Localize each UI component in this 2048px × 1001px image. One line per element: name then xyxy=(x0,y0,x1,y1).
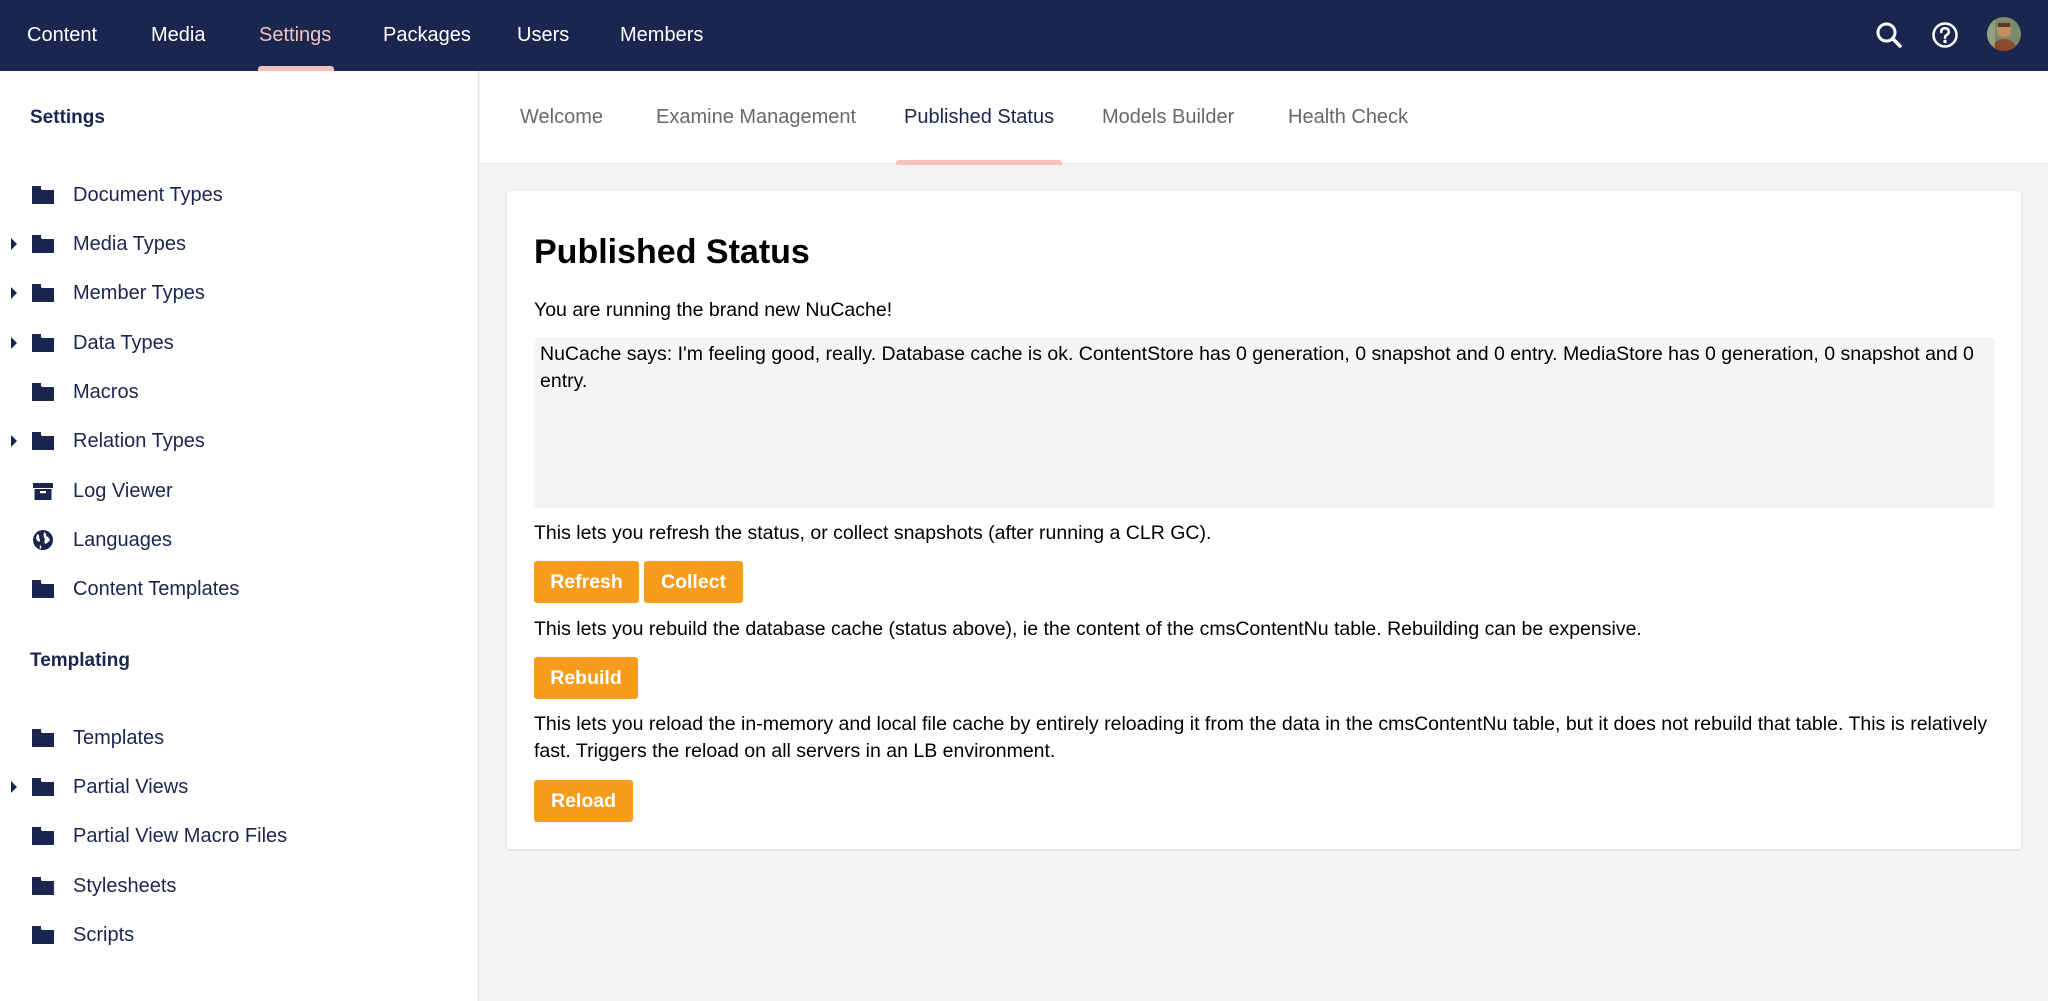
tab-models-builder[interactable]: Models Builder xyxy=(1102,71,1234,164)
reload-description: This lets you reload the in-memory and l… xyxy=(534,713,1988,762)
tab-examine-management[interactable]: Examine Management xyxy=(656,71,856,164)
folder-icon xyxy=(31,233,55,255)
tree-item-data-types[interactable]: Data Types xyxy=(0,322,478,364)
tree-item-label: Partial View Macro Files xyxy=(73,824,288,847)
tree-item-macros[interactable]: Macros xyxy=(0,371,478,413)
templating-section-title: Templating xyxy=(30,650,130,671)
tree-item-media-types[interactable]: Media Types xyxy=(0,223,478,265)
folder-icon xyxy=(31,825,55,847)
folder-icon xyxy=(31,727,55,749)
tab-welcome[interactable]: Welcome xyxy=(520,71,603,164)
tree-item-document-types[interactable]: Document Types xyxy=(0,174,478,216)
rebuild-button[interactable]: Rebuild xyxy=(534,657,638,699)
expand-caret-icon[interactable] xyxy=(11,435,17,447)
tree-item-member-types[interactable]: Member Types xyxy=(0,272,478,314)
refresh-description: This lets you refresh the status, or col… xyxy=(534,522,1212,544)
user-avatar[interactable] xyxy=(1987,17,2021,51)
tree-item-label: Document Types xyxy=(73,183,223,206)
tree-item-label: Macros xyxy=(73,380,139,403)
settings-section-title: Settings xyxy=(30,107,105,128)
dashboard-tabs: Welcome Examine Management Published Sta… xyxy=(480,71,2048,165)
tree-item-label: Data Types xyxy=(73,331,174,354)
section-users[interactable]: Users xyxy=(517,0,569,71)
tree-item-label: Templates xyxy=(73,726,165,749)
section-settings[interactable]: Settings xyxy=(257,0,335,71)
folder-icon xyxy=(31,282,55,304)
rebuild-description: This lets you rebuild the database cache… xyxy=(534,618,1642,640)
tree-item-content-templates[interactable]: Content Templates xyxy=(0,568,478,610)
tab-health-check[interactable]: Health Check xyxy=(1288,71,1408,164)
folder-icon xyxy=(31,184,55,206)
tree-item-label: Languages xyxy=(73,528,172,551)
status-output: NuCache says: I'm feeling good, really. … xyxy=(534,338,1995,508)
reload-button[interactable]: Reload xyxy=(534,780,633,822)
section-content[interactable]: Content xyxy=(27,0,97,71)
tree-item-label: Scripts xyxy=(73,923,135,946)
published-status-panel: Published Status You are running the bra… xyxy=(507,191,2021,849)
tree-item-relation-types[interactable]: Relation Types xyxy=(0,420,478,462)
tree-item-label: Media Types xyxy=(73,232,187,255)
intro-text: You are running the brand new NuCache! xyxy=(534,299,893,321)
tree-item-log-viewer[interactable]: Log Viewer xyxy=(0,470,478,512)
section-media[interactable]: Media xyxy=(151,0,205,71)
top-navigation-bar: Content Media Settings Packages Users Me… xyxy=(0,0,2048,71)
section-packages[interactable]: Packages xyxy=(383,0,471,71)
help-icon[interactable] xyxy=(1929,19,1961,51)
folder-icon xyxy=(31,776,55,798)
folder-icon xyxy=(31,332,55,354)
tree-item-scripts[interactable]: Scripts xyxy=(0,914,478,956)
tree-item-label: Partial Views xyxy=(73,775,189,798)
tree-item-partial-view-macro-files[interactable]: Partial View Macro Files xyxy=(0,815,478,857)
tree-item-stylesheets[interactable]: Stylesheets xyxy=(0,865,478,907)
tree-item-label: Log Viewer xyxy=(73,479,173,502)
expand-caret-icon[interactable] xyxy=(11,337,17,349)
expand-caret-icon[interactable] xyxy=(11,781,17,793)
tree-item-languages[interactable]: Languages xyxy=(0,519,478,561)
refresh-button[interactable]: Refresh xyxy=(534,561,639,603)
tab-published-status[interactable]: Published Status xyxy=(895,71,1063,165)
section-members[interactable]: Members xyxy=(620,0,703,71)
folder-icon xyxy=(31,578,55,600)
folder-icon xyxy=(31,875,55,897)
tree-item-templates[interactable]: Templates xyxy=(0,717,478,759)
expand-caret-icon[interactable] xyxy=(11,287,17,299)
page-title: Published Status xyxy=(534,233,810,271)
folder-icon xyxy=(31,381,55,403)
tree-item-partial-views[interactable]: Partial Views xyxy=(0,766,478,808)
tree-item-label: Member Types xyxy=(73,281,205,304)
expand-caret-icon[interactable] xyxy=(11,238,17,250)
collect-button[interactable]: Collect xyxy=(644,561,743,603)
folder-icon xyxy=(31,430,55,452)
search-icon[interactable] xyxy=(1873,19,1905,51)
sidebar: Settings Document Types Media Types Memb… xyxy=(0,71,479,1001)
globe-icon xyxy=(31,529,55,551)
tree-item-label: Content Templates xyxy=(73,577,240,600)
archive-box-icon xyxy=(31,480,55,502)
tree-item-label: Stylesheets xyxy=(73,874,177,897)
folder-icon xyxy=(31,924,55,946)
tree-item-label: Relation Types xyxy=(73,429,205,452)
